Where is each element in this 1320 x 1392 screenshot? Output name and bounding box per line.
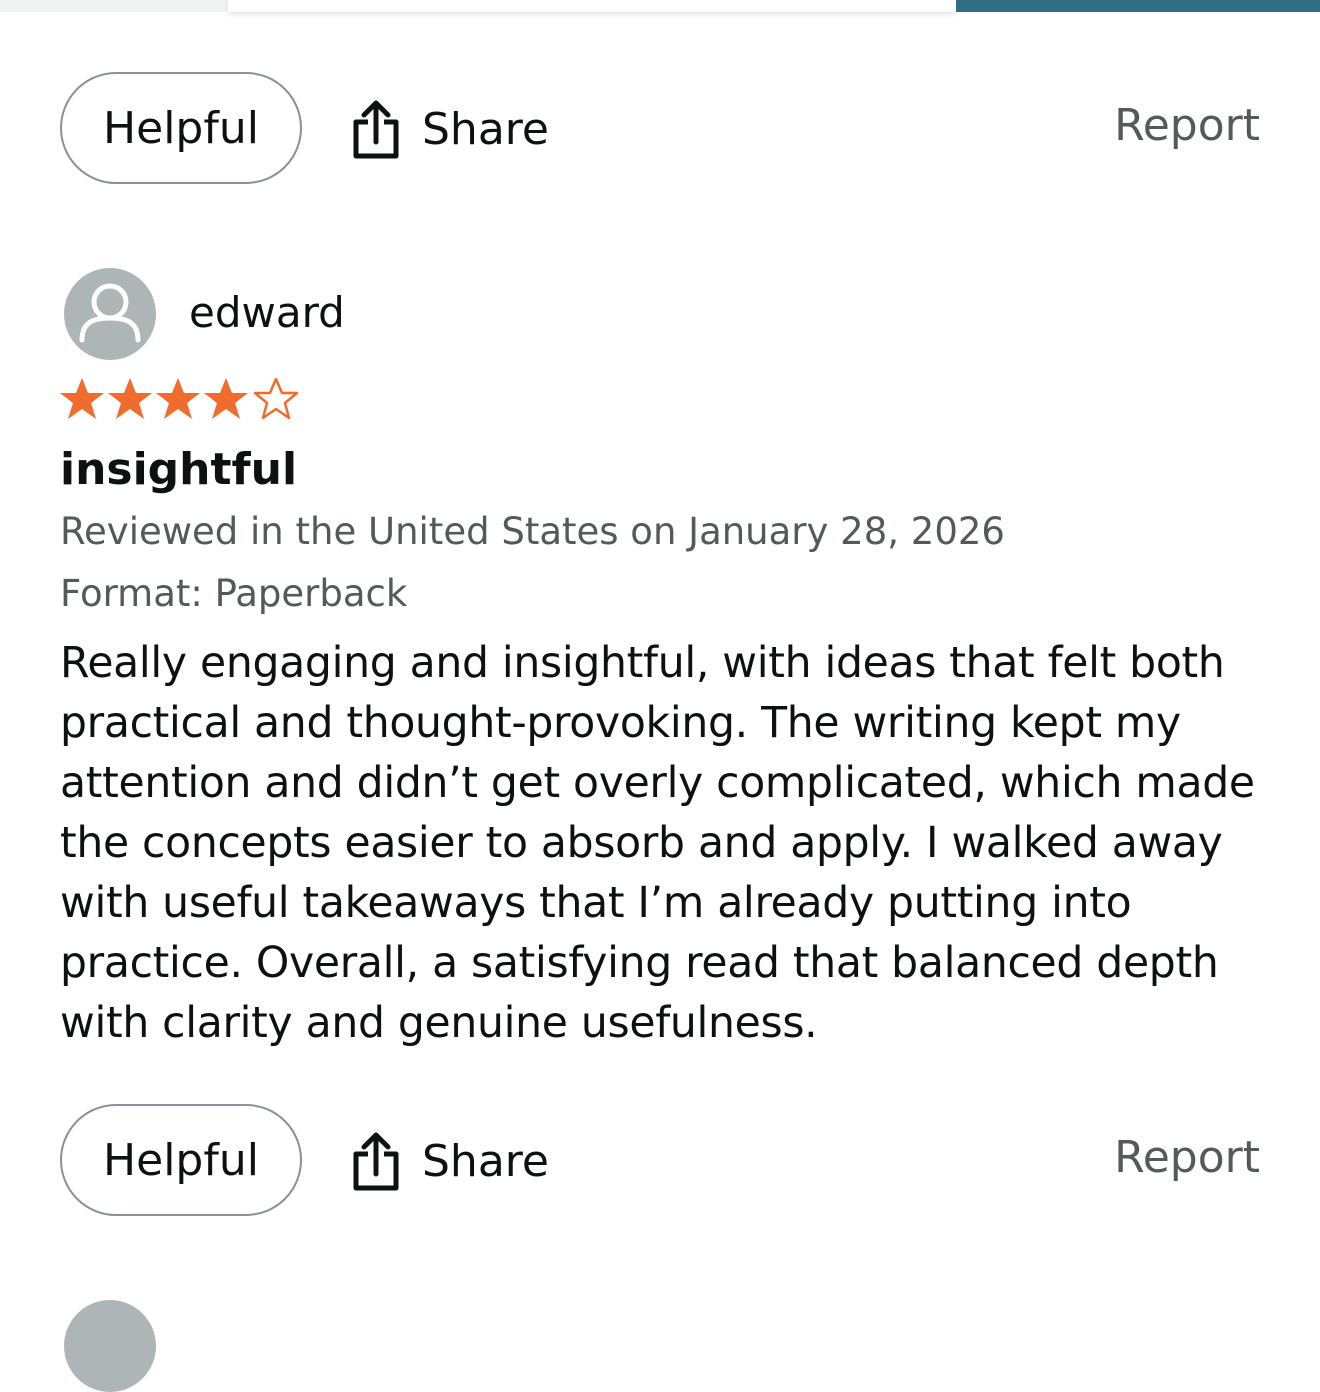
review-title[interactable]: insightful: [60, 444, 297, 495]
header-middle-segment: [228, 0, 956, 12]
reviewer-profile[interactable]: edward: [64, 268, 664, 360]
helpful-button[interactable]: Helpful: [60, 72, 302, 184]
previous-review-actions: Helpful Share Report: [60, 72, 1260, 188]
header-right-segment[interactable]: [956, 0, 1320, 12]
helpful-button[interactable]: Helpful: [60, 1104, 302, 1216]
star-icon: [204, 378, 248, 419]
header-left-segment: [0, 0, 228, 12]
review-format[interactable]: Format: Paperback: [60, 572, 407, 615]
star-icon: [60, 378, 104, 419]
reviewer-name: edward: [189, 288, 345, 337]
share-label: Share: [422, 1135, 549, 1187]
review-date: Reviewed in the United States on January…: [60, 510, 1005, 553]
report-link[interactable]: Report: [1114, 100, 1260, 151]
review-body: Really engaging and insightful, with ide…: [60, 639, 1255, 1048]
next-reviewer-avatar-icon: [64, 1300, 156, 1392]
share-button[interactable]: Share: [350, 1126, 549, 1196]
user-avatar-icon: [64, 268, 156, 360]
review-actions: Helpful Share Report: [60, 1104, 1260, 1220]
report-link[interactable]: Report: [1114, 1132, 1260, 1183]
star-empty-icon: [253, 377, 299, 420]
share-icon: [350, 1130, 402, 1192]
star-icon: [156, 378, 200, 419]
star-rating: [60, 376, 320, 426]
share-label: Share: [422, 103, 549, 155]
share-button[interactable]: Share: [350, 94, 549, 164]
star-icon: [108, 378, 152, 419]
share-icon: [350, 98, 402, 160]
top-header-strip: [0, 0, 1320, 12]
